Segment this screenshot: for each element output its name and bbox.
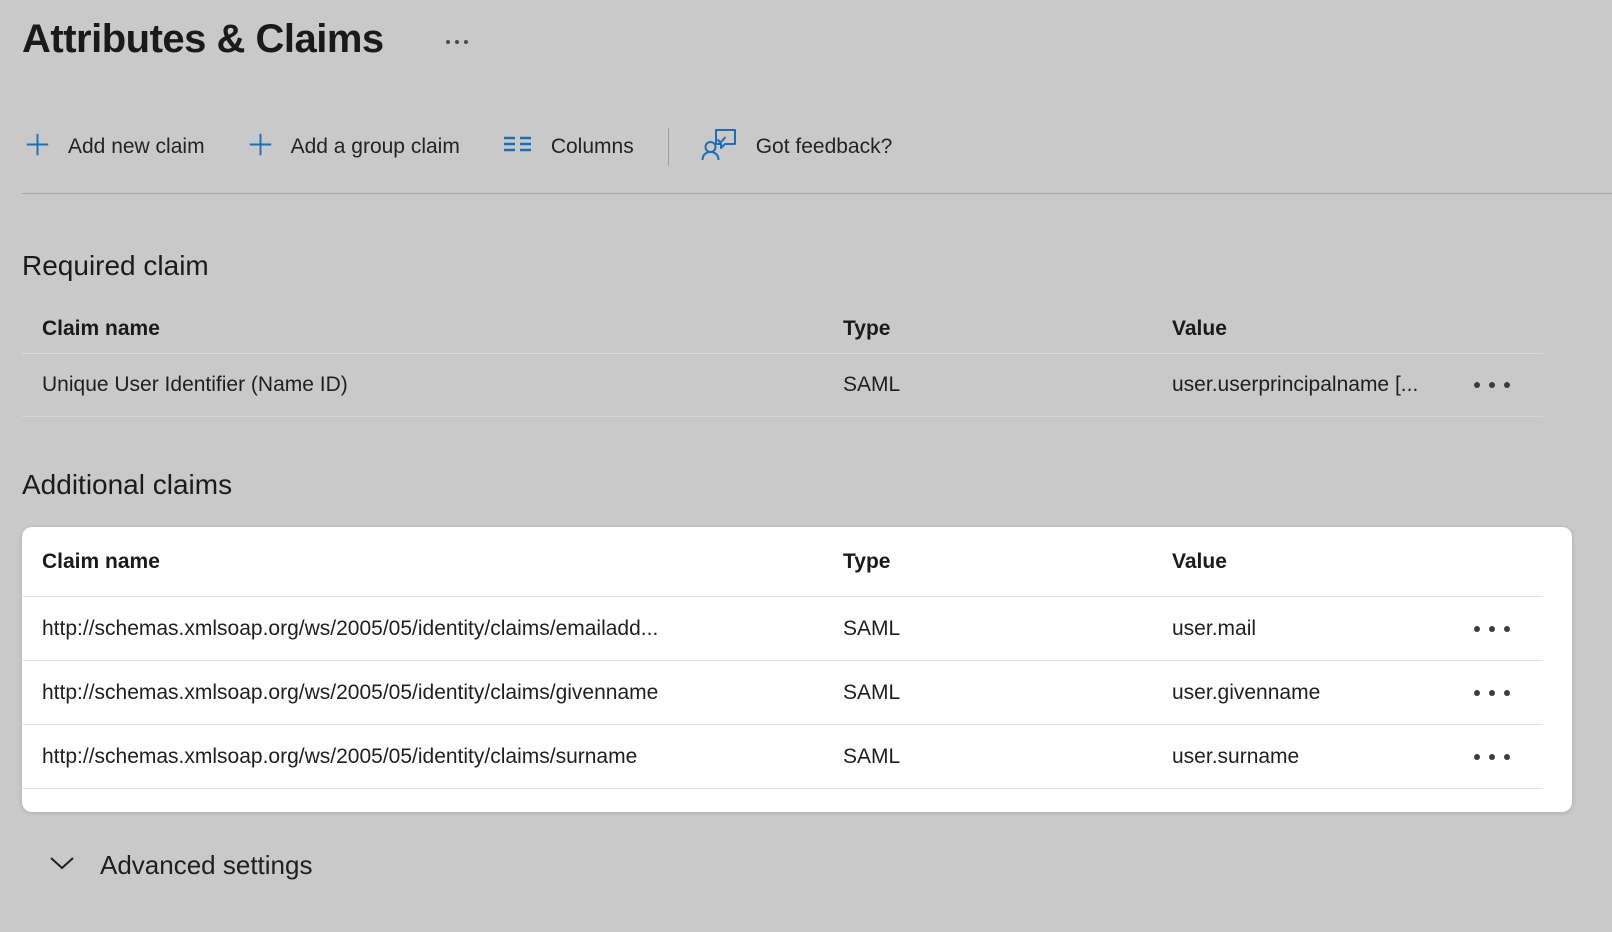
dot xyxy=(1489,690,1495,696)
more-options-button[interactable] xyxy=(1466,618,1518,640)
additional-claims-table-inner: Claim name Type Value http://schemas.xml… xyxy=(22,527,1543,789)
column-header-claim-name: Claim name xyxy=(42,550,843,574)
dot xyxy=(1474,754,1480,760)
command-bar-items: Add new claim Add a group claim Col xyxy=(22,126,1612,168)
type-cell: SAML xyxy=(843,681,1172,705)
dot xyxy=(446,40,450,44)
add-group-claim-button[interactable]: Add a group claim xyxy=(245,125,462,170)
advanced-settings-toggle[interactable]: Advanced settings xyxy=(44,846,316,885)
dot xyxy=(1474,382,1480,388)
claim-name-cell[interactable]: http://schemas.xmlsoap.org/ws/2005/05/id… xyxy=(42,617,843,641)
row-actions xyxy=(1440,374,1543,396)
value-cell: user.mail xyxy=(1172,617,1440,641)
value-cell: user.surname xyxy=(1172,745,1440,769)
chevron-down-icon xyxy=(48,850,76,881)
type-cell: SAML xyxy=(843,373,1172,397)
columns-button[interactable]: Columns xyxy=(500,125,636,169)
dot xyxy=(1474,690,1480,696)
type-cell: SAML xyxy=(843,617,1172,641)
additional-claims-heading: Additional claims xyxy=(22,469,1612,501)
type-cell: SAML xyxy=(843,745,1172,769)
claim-name-cell[interactable]: Unique User Identifier (Name ID) xyxy=(42,373,843,397)
page-title: Attributes & Claims xyxy=(22,14,384,64)
more-options-button[interactable] xyxy=(1466,682,1518,704)
got-feedback-label: Got feedback? xyxy=(756,135,893,159)
dot xyxy=(1504,382,1510,388)
add-new-claim-button[interactable]: Add new claim xyxy=(22,125,207,170)
required-claim-table-header: Claim name Type Value xyxy=(22,304,1543,354)
dot xyxy=(1504,626,1510,632)
row-actions xyxy=(1440,618,1543,640)
dot xyxy=(455,40,459,44)
add-new-claim-label: Add new claim xyxy=(68,135,205,159)
additional-claims-table-header: Claim name Type Value xyxy=(22,527,1543,597)
feedback-icon xyxy=(701,126,739,168)
column-header-type: Type xyxy=(843,550,1172,574)
add-group-claim-label: Add a group claim xyxy=(291,135,460,159)
value-cell: user.givenname xyxy=(1172,681,1440,705)
plus-icon xyxy=(24,131,51,164)
dot xyxy=(1489,754,1495,760)
column-header-value: Value xyxy=(1172,317,1440,341)
row-actions xyxy=(1440,746,1543,768)
dot xyxy=(464,40,468,44)
required-claim-heading: Required claim xyxy=(22,250,1612,282)
value-cell: user.userprincipalname [... xyxy=(1172,373,1440,397)
row-actions xyxy=(1440,682,1543,704)
command-bar: Add new claim Add a group claim Col xyxy=(22,126,1612,194)
dot xyxy=(1474,626,1480,632)
attributes-claims-pane: Attributes & Claims Add new claim xyxy=(0,0,1612,885)
dot xyxy=(1504,754,1510,760)
more-options-button[interactable] xyxy=(1466,746,1518,768)
additional-claims-table: Claim name Type Value http://schemas.xml… xyxy=(22,527,1572,812)
required-claim-table: Claim name Type Value Unique User Identi… xyxy=(22,304,1543,417)
columns-icon xyxy=(502,131,534,163)
columns-label: Columns xyxy=(551,135,634,159)
more-options-button[interactable] xyxy=(1466,374,1518,396)
column-header-type: Type xyxy=(843,317,1172,341)
plus-icon xyxy=(247,131,274,164)
claim-name-cell[interactable]: http://schemas.xmlsoap.org/ws/2005/05/id… xyxy=(42,745,843,769)
table-row[interactable]: http://schemas.xmlsoap.org/ws/2005/05/id… xyxy=(22,725,1543,789)
column-header-value: Value xyxy=(1172,550,1440,574)
dot xyxy=(1504,690,1510,696)
table-row[interactable]: Unique User Identifier (Name ID) SAML us… xyxy=(22,354,1543,417)
column-header-claim-name: Claim name xyxy=(42,317,843,341)
got-feedback-button[interactable]: Got feedback? xyxy=(699,120,895,174)
claim-name-cell[interactable]: http://schemas.xmlsoap.org/ws/2005/05/id… xyxy=(42,681,843,705)
toolbar-separator xyxy=(668,128,669,166)
page-header: Attributes & Claims xyxy=(22,0,1612,64)
dot xyxy=(1489,626,1495,632)
advanced-settings-label: Advanced settings xyxy=(100,850,312,881)
dot xyxy=(1489,382,1495,388)
table-row[interactable]: http://schemas.xmlsoap.org/ws/2005/05/id… xyxy=(22,661,1543,725)
page-more-options-icon[interactable] xyxy=(442,36,472,48)
table-row[interactable]: http://schemas.xmlsoap.org/ws/2005/05/id… xyxy=(22,597,1543,661)
